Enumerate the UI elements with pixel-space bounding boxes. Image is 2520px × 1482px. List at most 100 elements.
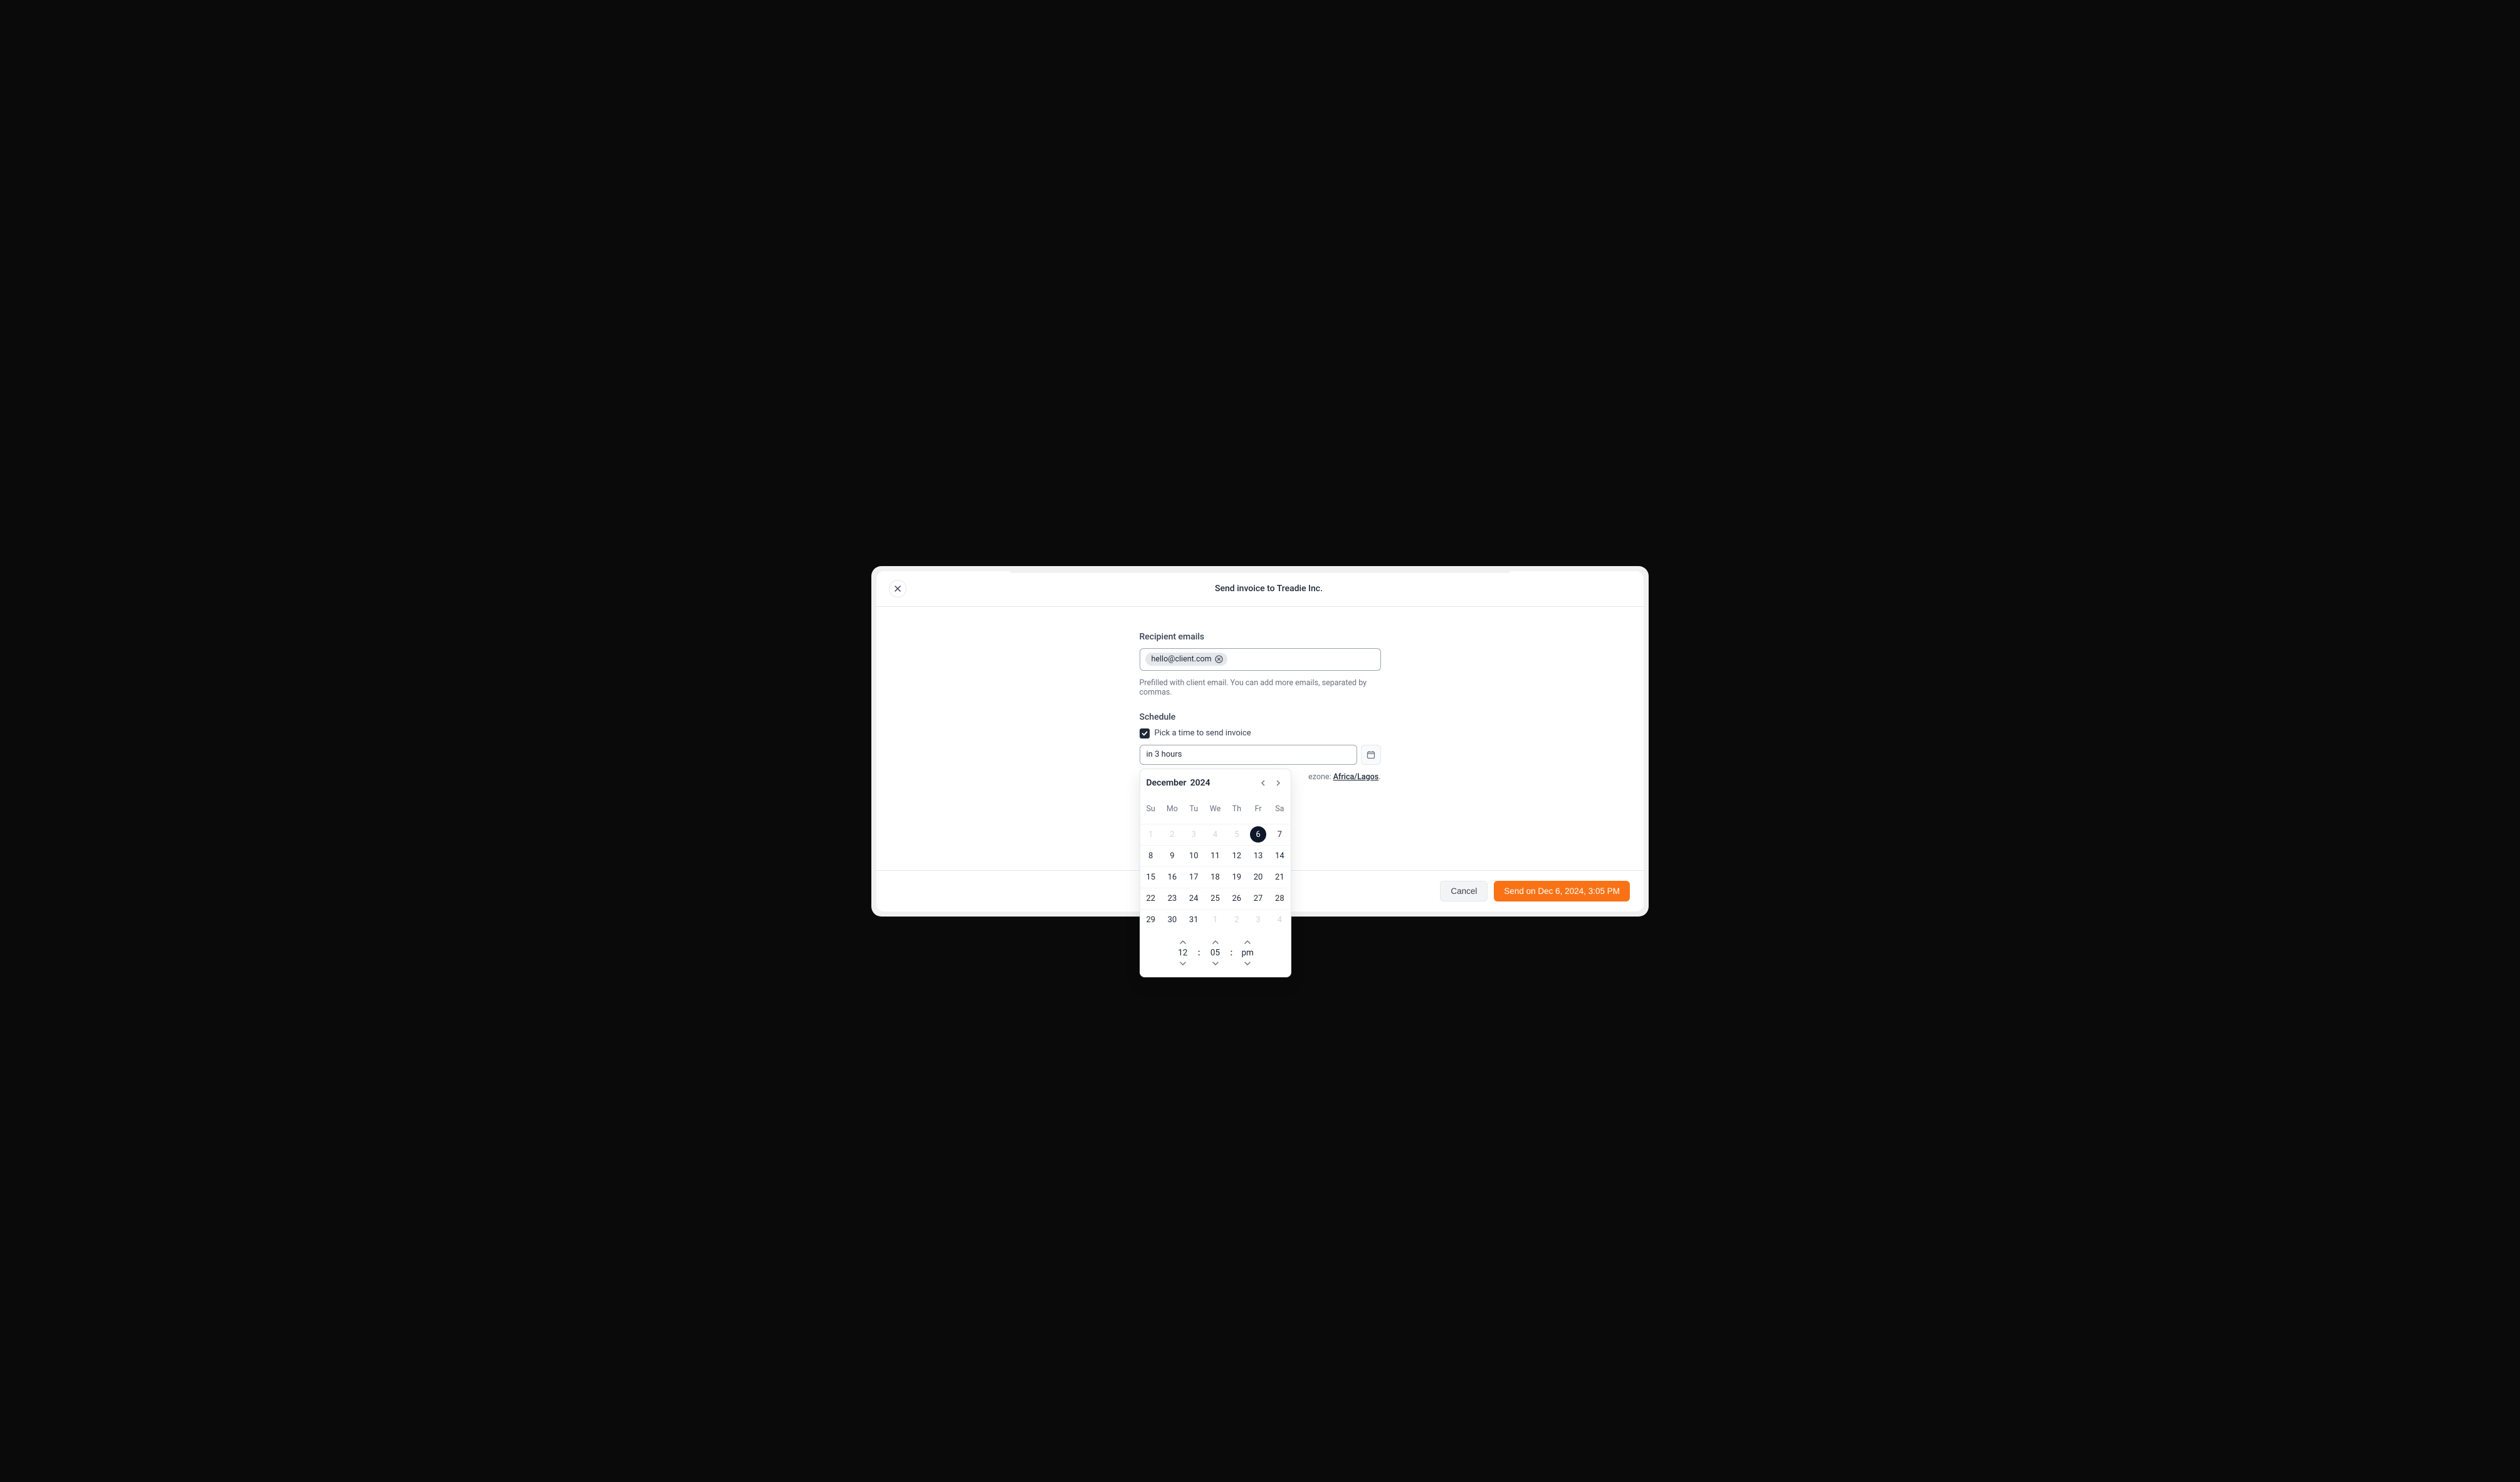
- calendar-day[interactable]: 29: [1140, 909, 1162, 930]
- weekday-header: Th: [1226, 799, 1247, 819]
- calendar-day[interactable]: 11: [1204, 845, 1226, 866]
- chevron-right-icon: [1274, 779, 1282, 787]
- calendar-weekdays: SuMoTuWeThFrSa: [1140, 794, 1291, 824]
- timezone-prefix: ezone:: [1308, 772, 1333, 782]
- weekday-header: Mo: [1162, 799, 1183, 819]
- chevron-up-icon: [1244, 940, 1251, 945]
- calendar-day[interactable]: 23: [1162, 888, 1183, 909]
- calendar-day[interactable]: 22: [1140, 888, 1162, 909]
- minute-up-button[interactable]: [1210, 938, 1221, 947]
- calendar-day[interactable]: 16: [1162, 866, 1183, 888]
- time-separator: :: [1198, 948, 1200, 958]
- recipient-emails-label: Recipient emails: [1140, 632, 1381, 642]
- time-separator: :: [1231, 948, 1233, 958]
- calendar-day[interactable]: 6: [1247, 824, 1269, 845]
- calendar-picker-button[interactable]: [1361, 745, 1381, 765]
- timezone-period: .: [1378, 772, 1380, 782]
- calendar-day[interactable]: 21: [1269, 866, 1290, 888]
- close-button[interactable]: [889, 580, 906, 597]
- calendar-day[interactable]: 26: [1226, 888, 1247, 909]
- next-month-button[interactable]: [1272, 777, 1284, 789]
- cancel-button[interactable]: Cancel: [1440, 881, 1488, 901]
- minute-down-button[interactable]: [1210, 959, 1221, 968]
- ampm-up-button[interactable]: [1242, 938, 1253, 947]
- email-chip-text: hello@client.com: [1152, 654, 1212, 664]
- calendar-day[interactable]: 30: [1162, 909, 1183, 930]
- date-input-row: December 2024: [1140, 745, 1381, 765]
- calendar-day[interactable]: 12: [1226, 845, 1247, 866]
- calendar-day[interactable]: 8: [1140, 845, 1162, 866]
- hour-column: 12: [1177, 938, 1189, 968]
- calendar-day[interactable]: 28: [1269, 888, 1290, 909]
- calendar-day[interactable]: 27: [1247, 888, 1269, 909]
- hour-up-button[interactable]: [1177, 938, 1189, 947]
- calendar-day[interactable]: 4: [1269, 909, 1290, 930]
- modal-header: Send invoice to Treadie Inc.: [876, 571, 1644, 607]
- calendar-day[interactable]: 31: [1183, 909, 1204, 930]
- calendar-day[interactable]: 5: [1226, 824, 1247, 845]
- close-icon: [894, 585, 901, 592]
- calendar-popup: December 2024: [1140, 769, 1291, 977]
- calendar-day[interactable]: 10: [1183, 845, 1204, 866]
- chevron-down-icon: [1244, 961, 1251, 966]
- calendar-day[interactable]: 17: [1183, 866, 1204, 888]
- calendar-day[interactable]: 25: [1204, 888, 1226, 909]
- prev-month-button[interactable]: [1257, 777, 1269, 789]
- timezone-link[interactable]: Africa/Lagos: [1333, 772, 1379, 782]
- chevron-down-icon: [1179, 961, 1187, 966]
- modal-body: Recipient emails hello@client.com: [876, 607, 1644, 870]
- calendar-month: December: [1147, 778, 1187, 788]
- schedule-checkbox-row: Pick a time to send invoice: [1140, 728, 1381, 738]
- ampm-down-button[interactable]: [1242, 959, 1253, 968]
- schedule-checkbox-label: Pick a time to send invoice: [1155, 728, 1251, 738]
- recipient-emails-input[interactable]: hello@client.com: [1140, 648, 1381, 671]
- calendar-day[interactable]: 15: [1140, 866, 1162, 888]
- calendar-day[interactable]: 4: [1204, 824, 1226, 845]
- calendar-day[interactable]: 18: [1204, 866, 1226, 888]
- schedule-checkbox[interactable]: [1140, 728, 1150, 738]
- check-icon: [1142, 730, 1148, 737]
- calendar-header: December 2024: [1140, 769, 1291, 794]
- schedule-label: Schedule: [1140, 712, 1381, 722]
- hour-value: 12: [1177, 948, 1189, 958]
- calendar-day[interactable]: 2: [1226, 909, 1247, 930]
- remove-email-button[interactable]: [1215, 655, 1224, 664]
- calendar-day[interactable]: 1: [1204, 909, 1226, 930]
- calendar-icon: [1367, 750, 1375, 759]
- chevron-up-icon: [1179, 940, 1187, 945]
- calendar-day[interactable]: 3: [1183, 824, 1204, 845]
- schedule-section: Schedule Pick a time to send invoice: [1140, 712, 1381, 782]
- calendar-nav: [1257, 777, 1284, 789]
- weekday-header: Sa: [1269, 799, 1290, 819]
- schedule-date-input[interactable]: [1140, 745, 1357, 765]
- email-chip: hello@client.com: [1145, 653, 1227, 666]
- chevron-down-icon: [1212, 961, 1219, 966]
- send-invoice-modal: Send invoice to Treadie Inc. Recipient e…: [876, 571, 1644, 912]
- ampm-value: pm: [1241, 948, 1254, 958]
- weekday-header: We: [1204, 799, 1226, 819]
- calendar-day[interactable]: 9: [1162, 845, 1183, 866]
- minute-column: 05: [1209, 938, 1222, 968]
- modal-backdrop: Send invoice to Treadie Inc. Recipient e…: [871, 566, 1649, 917]
- form-content: Recipient emails hello@client.com: [1140, 632, 1381, 833]
- send-button[interactable]: Send on Dec 6, 2024, 3:05 PM: [1494, 881, 1630, 901]
- hour-down-button[interactable]: [1177, 959, 1189, 968]
- calendar-day[interactable]: 1: [1140, 824, 1162, 845]
- calendar-day[interactable]: 7: [1269, 824, 1290, 845]
- chevron-up-icon: [1212, 940, 1219, 945]
- weekday-header: Su: [1140, 799, 1162, 819]
- calendar-month-year[interactable]: December 2024: [1147, 778, 1210, 788]
- calendar-day[interactable]: 14: [1269, 845, 1290, 866]
- calendar-day[interactable]: 3: [1247, 909, 1269, 930]
- calendar-day[interactable]: 20: [1247, 866, 1269, 888]
- recipient-help-text: Prefilled with client email. You can add…: [1140, 678, 1381, 697]
- calendar-year: 2024: [1190, 778, 1210, 788]
- calendar-day[interactable]: 24: [1183, 888, 1204, 909]
- calendar-days-grid: 1234567891011121314151617181920212223242…: [1140, 824, 1291, 930]
- chevron-left-icon: [1259, 779, 1267, 787]
- weekday-header: Tu: [1183, 799, 1204, 819]
- weekday-header: Fr: [1247, 799, 1269, 819]
- calendar-day[interactable]: 13: [1247, 845, 1269, 866]
- calendar-day[interactable]: 2: [1162, 824, 1183, 845]
- calendar-day[interactable]: 19: [1226, 866, 1247, 888]
